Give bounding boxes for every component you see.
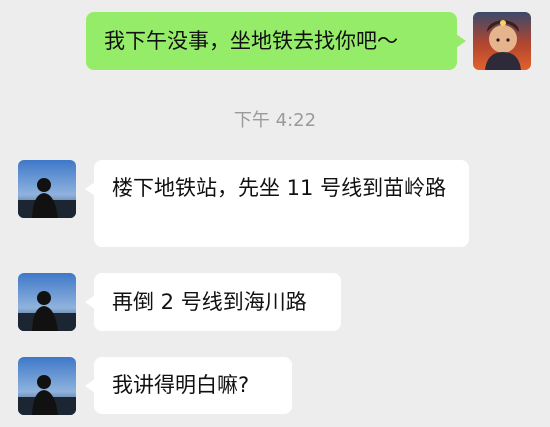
outgoing-text: 我下午没事，坐地铁去找你吧～ <box>104 29 398 53</box>
message-timestamp: 下午 4:22 <box>233 110 317 131</box>
outgoing-bubble[interactable]: 我下午没事，坐地铁去找你吧～ <box>86 12 466 70</box>
contact-avatar-icon[interactable] <box>18 357 76 415</box>
contact-avatar-icon[interactable] <box>18 273 76 331</box>
incoming-text: 楼下地铁站，先坐 11 号线到苗岭路 <box>112 176 447 200</box>
incoming-bubble[interactable]: 楼下地铁站，先坐 11 号线到苗岭路 <box>85 160 469 247</box>
incoming-text: 我讲得明白嘛? <box>112 373 250 397</box>
incoming-bubble[interactable]: 再倒 2 号线到海川路 <box>85 273 341 331</box>
user-avatar-icon[interactable] <box>473 12 531 70</box>
incoming-text: 再倒 2 号线到海川路 <box>112 290 307 314</box>
contact-avatar-icon[interactable] <box>18 160 76 218</box>
incoming-bubble[interactable]: 我讲得明白嘛? <box>85 357 292 414</box>
